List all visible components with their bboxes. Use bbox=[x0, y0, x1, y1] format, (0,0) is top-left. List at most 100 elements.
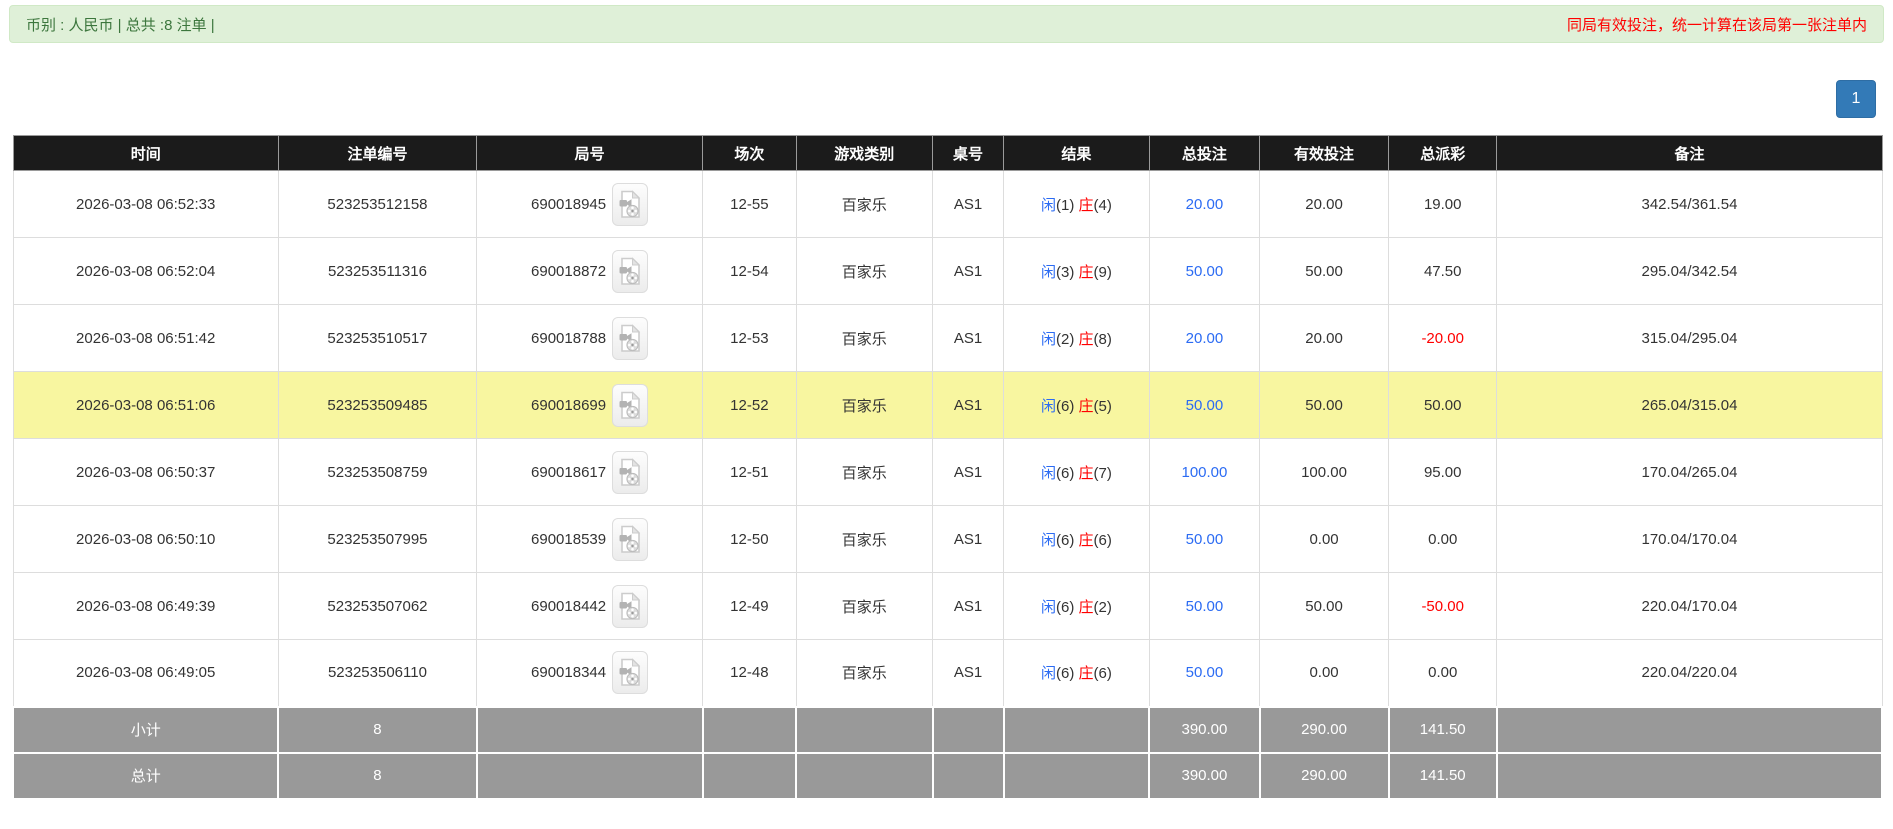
column-header-0: 时间 bbox=[12, 135, 279, 171]
summary-payout: 141.50 bbox=[1387, 751, 1498, 800]
bet-total-link[interactable]: 20.00 bbox=[1186, 196, 1224, 213]
bet-total-link[interactable]: 100.00 bbox=[1181, 464, 1227, 481]
currency-total-text: 币别 : 人民币 | 总共 :8 注单 | bbox=[26, 16, 215, 34]
cell-session: 12-48 bbox=[702, 639, 797, 707]
video-record-button[interactable] bbox=[612, 316, 649, 360]
round-id-text: 690018945 bbox=[531, 195, 607, 213]
valid-bet-notice-text: 同局有效投注，统一计算在该局第一张注单内 bbox=[1566, 16, 1867, 34]
cell-payout: 0.00 bbox=[1388, 505, 1498, 573]
video-record-icon bbox=[619, 457, 641, 486]
video-record-button[interactable] bbox=[612, 249, 649, 293]
video-record-button[interactable] bbox=[612, 450, 649, 494]
cell-bet-id: 523253507995 bbox=[277, 505, 478, 573]
bet-total-link[interactable]: 50.00 bbox=[1186, 263, 1224, 280]
summary-remark bbox=[1495, 751, 1884, 800]
column-header-2: 局号 bbox=[475, 135, 704, 171]
summary-payout: 141.50 bbox=[1387, 705, 1498, 754]
round-id-with-video: 690018872 bbox=[531, 249, 649, 293]
table-row: 2026-03-08 06:50:37 523253508759 690018617… bbox=[12, 438, 1883, 506]
column-header-7: 总投注 bbox=[1148, 135, 1261, 171]
cell-bet-total: 50.00 bbox=[1148, 505, 1261, 573]
cell-bet-id: 523253508759 bbox=[277, 438, 478, 506]
cell-bet-total: 20.00 bbox=[1148, 170, 1261, 238]
cell-game-type: 百家乐 bbox=[795, 572, 934, 640]
round-id-text: 690018872 bbox=[531, 262, 607, 280]
round-id-with-video: 690018344 bbox=[531, 651, 649, 695]
column-header-6: 结果 bbox=[1003, 135, 1150, 171]
cell-remark: 170.04/170.04 bbox=[1496, 505, 1883, 573]
result-banker-count: (9) bbox=[1093, 263, 1112, 281]
cell-result: 闲(6) 庄(5) bbox=[1003, 371, 1150, 439]
cell-session: 12-52 bbox=[702, 371, 797, 439]
result-banker-count: (2) bbox=[1093, 598, 1112, 616]
cell-table-no: AS1 bbox=[931, 237, 1005, 305]
bet-total-link[interactable]: 50.00 bbox=[1186, 531, 1224, 548]
cell-table-no: AS1 bbox=[931, 304, 1005, 372]
cell-bet-id: 523253506110 bbox=[277, 639, 478, 707]
result-player-count: (1) bbox=[1055, 196, 1079, 214]
result-banker-count: (4) bbox=[1093, 196, 1112, 214]
cell-game-type: 百家乐 bbox=[795, 304, 934, 372]
table-row: 2026-03-08 06:50:10 523253507995 690018539… bbox=[12, 505, 1883, 573]
cell-payout: 0.00 bbox=[1388, 639, 1498, 707]
video-record-button[interactable] bbox=[612, 182, 649, 226]
bet-total-link[interactable]: 20.00 bbox=[1186, 330, 1224, 347]
column-header-9: 总派彩 bbox=[1388, 135, 1498, 171]
video-record-button[interactable] bbox=[612, 651, 649, 695]
bet-total-link[interactable]: 50.00 bbox=[1186, 397, 1224, 414]
summary-result bbox=[1002, 751, 1151, 800]
cell-bet-id: 523253512158 bbox=[277, 170, 478, 238]
cell-valid-bet: 50.00 bbox=[1259, 572, 1390, 640]
cell-table-no: AS1 bbox=[931, 505, 1005, 573]
cell-payout: -50.00 bbox=[1388, 572, 1498, 640]
summary-round bbox=[475, 705, 704, 754]
cell-valid-bet: 0.00 bbox=[1259, 505, 1390, 573]
result-banker-label: 庄 bbox=[1078, 397, 1094, 415]
cell-round-id: 690018699 bbox=[475, 371, 704, 439]
round-id-text: 690018699 bbox=[531, 396, 607, 414]
cell-valid-bet: 100.00 bbox=[1259, 438, 1390, 506]
result-banker-label: 庄 bbox=[1078, 665, 1094, 683]
cell-time: 2026-03-08 06:49:05 bbox=[12, 639, 279, 707]
table-row: 2026-03-08 06:51:42 523253510517 690018788… bbox=[12, 304, 1883, 372]
cell-time: 2026-03-08 06:51:42 bbox=[12, 304, 279, 372]
summary-label: 总计 bbox=[11, 751, 280, 800]
cell-bet-id: 523253507062 bbox=[277, 572, 478, 640]
video-record-button[interactable] bbox=[612, 517, 649, 561]
result-banker-count: (6) bbox=[1093, 665, 1112, 683]
video-record-icon bbox=[619, 323, 641, 352]
column-header-10: 备注 bbox=[1496, 135, 1883, 171]
cell-round-id: 690018945 bbox=[475, 170, 704, 238]
cell-session: 12-53 bbox=[702, 304, 797, 372]
summary-round bbox=[475, 751, 704, 800]
summary-row: 小计 8 390.00 290.00 141.50 bbox=[11, 705, 1884, 754]
bet-total-link[interactable]: 50.00 bbox=[1186, 598, 1224, 615]
cell-time: 2026-03-08 06:51:06 bbox=[12, 371, 279, 439]
result-banker-label: 庄 bbox=[1078, 464, 1094, 482]
table-row: 2026-03-08 06:52:33 523253512158 690018945… bbox=[12, 170, 1883, 238]
table-row: 2026-03-08 06:49:39 523253507062 690018442… bbox=[12, 572, 1883, 640]
cell-result: 闲(2) 庄(8) bbox=[1003, 304, 1150, 372]
column-header-1: 注单编号 bbox=[277, 135, 478, 171]
cell-table-no: AS1 bbox=[931, 639, 1005, 707]
video-record-icon bbox=[619, 189, 641, 218]
table-row: 2026-03-08 06:49:05 523253506110 690018344… bbox=[12, 639, 1883, 707]
column-header-5: 桌号 bbox=[931, 135, 1005, 171]
cell-round-id: 690018617 bbox=[475, 438, 704, 506]
cell-payout: 50.00 bbox=[1388, 371, 1498, 439]
video-record-button[interactable] bbox=[612, 584, 649, 628]
round-id-with-video: 690018442 bbox=[531, 584, 649, 628]
cell-result: 闲(6) 庄(6) bbox=[1003, 639, 1150, 707]
round-id-with-video: 690018617 bbox=[531, 450, 649, 494]
video-record-button[interactable] bbox=[612, 383, 649, 427]
cell-table-no: AS1 bbox=[931, 371, 1005, 439]
result-player-count: (6) bbox=[1055, 531, 1079, 549]
video-record-icon bbox=[619, 658, 641, 687]
column-header-8: 有效投注 bbox=[1259, 135, 1390, 171]
cell-table-no: AS1 bbox=[931, 170, 1005, 238]
cell-game-type: 百家乐 bbox=[795, 438, 934, 506]
bet-total-link[interactable]: 50.00 bbox=[1186, 664, 1224, 681]
cell-remark: 170.04/265.04 bbox=[1496, 438, 1883, 506]
cell-remark: 315.04/295.04 bbox=[1496, 304, 1883, 372]
page-1-button[interactable]: 1 bbox=[1836, 80, 1876, 118]
